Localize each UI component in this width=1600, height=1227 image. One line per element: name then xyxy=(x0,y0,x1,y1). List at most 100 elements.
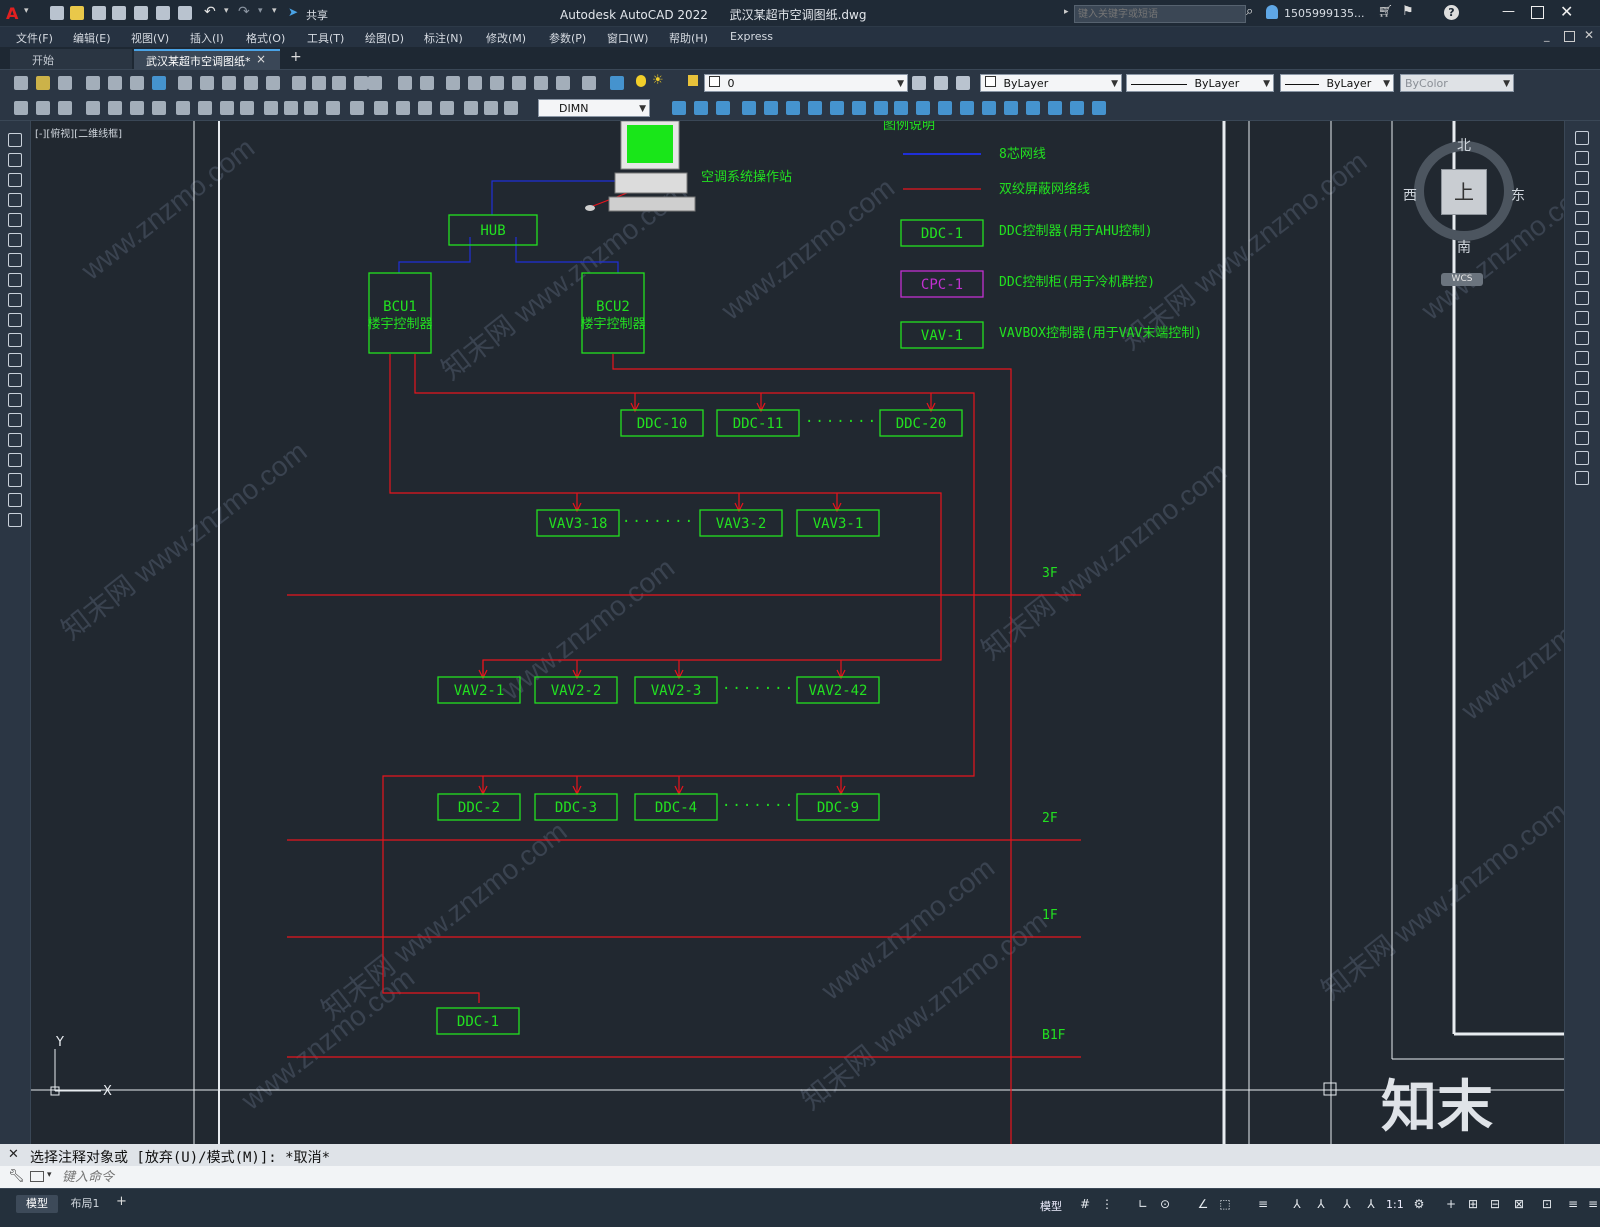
menu-item-5[interactable]: 工具(T) xyxy=(307,30,344,46)
dimension-tool-19-icon[interactable] xyxy=(440,101,454,115)
ucs-tool-18-icon[interactable] xyxy=(1070,101,1084,115)
compass-south[interactable]: 南 xyxy=(1457,237,1471,257)
menu-item-12[interactable]: Express xyxy=(730,30,773,43)
modify-tool-6-icon[interactable] xyxy=(1575,251,1589,265)
dimstyle-dropdown[interactable]: DIMN ▼ xyxy=(538,99,650,117)
menu-item-4[interactable]: 格式(O) xyxy=(246,30,285,46)
menu-item-0[interactable]: 文件(F) xyxy=(16,30,53,46)
status-toggle-5-icon[interactable]: ⬚ xyxy=(1218,1197,1232,1211)
ucs-tool-12-icon[interactable] xyxy=(938,101,952,115)
modify-tool-12-icon[interactable] xyxy=(1575,371,1589,385)
standard-tool-2-icon[interactable] xyxy=(58,76,72,90)
user-icon[interactable] xyxy=(1266,5,1278,19)
status-toggle-10-icon[interactable]: ⅄ xyxy=(1364,1197,1378,1211)
standard-tool-8-icon[interactable] xyxy=(200,76,214,90)
doc-restore-icon[interactable] xyxy=(1564,31,1575,42)
minimize-icon[interactable]: — xyxy=(1502,4,1515,19)
standard-tool-19-icon[interactable] xyxy=(446,76,460,90)
status-toggle-4-icon[interactable]: ∠ xyxy=(1196,1197,1210,1211)
layer-dropdown[interactable]: 0 ▼ xyxy=(704,74,908,92)
redo-dropdown-icon[interactable]: ▾ xyxy=(258,6,263,16)
draw-tool-18-icon[interactable] xyxy=(8,493,22,507)
standard-tool-6-icon[interactable] xyxy=(152,76,166,90)
modify-tool-10-icon[interactable] xyxy=(1575,331,1589,345)
layout-tab-layout1[interactable]: 布局1 xyxy=(62,1195,108,1213)
menu-item-11[interactable]: 帮助(H) xyxy=(669,30,708,46)
new-tab-button[interactable]: + xyxy=(290,49,302,65)
status-toggle-13-icon[interactable]: ⊞ xyxy=(1466,1197,1480,1211)
layer-properties-icon[interactable] xyxy=(912,76,926,90)
modify-tool-1-icon[interactable] xyxy=(1575,151,1589,165)
linetype-dropdown[interactable]: ByLayer ▼ xyxy=(1126,74,1274,92)
dimension-tool-7-icon[interactable] xyxy=(176,101,190,115)
status-toggle-17-icon[interactable]: ≡ xyxy=(1566,1197,1580,1211)
status-toggle-6-icon[interactable]: ≡ xyxy=(1256,1197,1270,1211)
annotation-scale[interactable]: 1:1 xyxy=(1386,1198,1404,1211)
standard-tool-0-icon[interactable] xyxy=(14,76,28,90)
doc-close-icon[interactable]: ✕ xyxy=(1584,28,1594,42)
color-dropdown[interactable]: ByLayer ▼ xyxy=(980,74,1122,92)
layer-bulb-icon[interactable] xyxy=(636,75,646,87)
saveas-icon[interactable] xyxy=(112,6,126,20)
command-history-dropdown-icon[interactable]: ▾ xyxy=(47,1170,52,1180)
layer-sun-icon[interactable]: ☀ xyxy=(652,73,664,88)
dimension-tool-2-icon[interactable] xyxy=(58,101,72,115)
draw-tool-13-icon[interactable] xyxy=(8,393,22,407)
modify-tool-7-icon[interactable] xyxy=(1575,271,1589,285)
menu-item-7[interactable]: 标注(N) xyxy=(424,30,463,46)
exchange-icon[interactable]: ⚑ xyxy=(1402,4,1414,19)
viewcube-top-face[interactable]: 上 xyxy=(1441,169,1487,215)
dimension-tool-1-icon[interactable] xyxy=(36,101,50,115)
drawing-canvas[interactable]: [-][俯视][二维线框] www.znzmo.com 知末网 www.znzmo… xyxy=(31,121,1564,1144)
ucs-tool-11-icon[interactable] xyxy=(916,101,930,115)
dimension-tool-0-icon[interactable] xyxy=(14,101,28,115)
dimension-tool-20-icon[interactable] xyxy=(464,101,478,115)
standard-tool-5-icon[interactable] xyxy=(130,76,144,90)
make-current-icon[interactable] xyxy=(934,76,948,90)
draw-tool-19-icon[interactable] xyxy=(8,513,22,527)
standard-tool-26-icon[interactable] xyxy=(610,76,624,90)
share-button[interactable]: 共享 xyxy=(306,7,328,23)
modify-tool-14-icon[interactable] xyxy=(1575,411,1589,425)
modify-tool-4-icon[interactable] xyxy=(1575,211,1589,225)
draw-tool-12-icon[interactable] xyxy=(8,373,22,387)
standard-tool-3-icon[interactable] xyxy=(86,76,100,90)
modify-tool-13-icon[interactable] xyxy=(1575,391,1589,405)
new-icon[interactable] xyxy=(50,6,64,20)
dimension-tool-21-icon[interactable] xyxy=(484,101,498,115)
autocad-logo-icon[interactable]: A xyxy=(6,4,22,23)
draw-tool-11-icon[interactable] xyxy=(8,353,22,367)
undo-dropdown-icon[interactable]: ▾ xyxy=(224,6,229,16)
modify-tool-11-icon[interactable] xyxy=(1575,351,1589,365)
menu-item-9[interactable]: 参数(P) xyxy=(549,30,586,46)
standard-tool-4-icon[interactable] xyxy=(108,76,122,90)
command-input[interactable] xyxy=(60,1168,1564,1187)
menu-item-8[interactable]: 修改(M) xyxy=(486,30,526,46)
standard-tool-7-icon[interactable] xyxy=(178,76,192,90)
draw-tool-8-icon[interactable] xyxy=(8,293,22,307)
draw-tool-16-icon[interactable] xyxy=(8,453,22,467)
search-input[interactable] xyxy=(1074,5,1246,23)
standard-tool-25-icon[interactable] xyxy=(582,76,596,90)
draw-tool-7-icon[interactable] xyxy=(8,273,22,287)
viewcube[interactable]: 上 北 南 西 东 WCS xyxy=(1403,138,1525,291)
search-icon[interactable]: ⌕ xyxy=(1246,4,1253,19)
share-icon[interactable]: ➤ xyxy=(288,5,298,19)
ucs-tool-8-icon[interactable] xyxy=(852,101,866,115)
modify-tool-5-icon[interactable] xyxy=(1575,231,1589,245)
ucs-tool-5-icon[interactable] xyxy=(786,101,800,115)
standard-tool-9-icon[interactable] xyxy=(222,76,236,90)
standard-tool-1-icon[interactable] xyxy=(36,76,50,90)
command-prompt-icon[interactable] xyxy=(30,1171,44,1182)
draw-tool-3-icon[interactable] xyxy=(8,193,22,207)
status-toggle-2-icon[interactable]: ∟ xyxy=(1136,1197,1150,1211)
model-space-button[interactable]: 模型 xyxy=(1040,1198,1062,1214)
dimension-tool-17-icon[interactable] xyxy=(396,101,410,115)
status-toggle-16-icon[interactable]: ⊡ xyxy=(1540,1197,1554,1211)
plot-icon[interactable] xyxy=(178,6,192,20)
menu-item-6[interactable]: 绘图(D) xyxy=(365,30,404,46)
draw-tool-15-icon[interactable] xyxy=(8,433,22,447)
status-toggle-11-icon[interactable]: ⚙ xyxy=(1412,1197,1426,1211)
redo-icon[interactable]: ↷ xyxy=(238,4,250,20)
draw-tool-2-icon[interactable] xyxy=(8,173,22,187)
